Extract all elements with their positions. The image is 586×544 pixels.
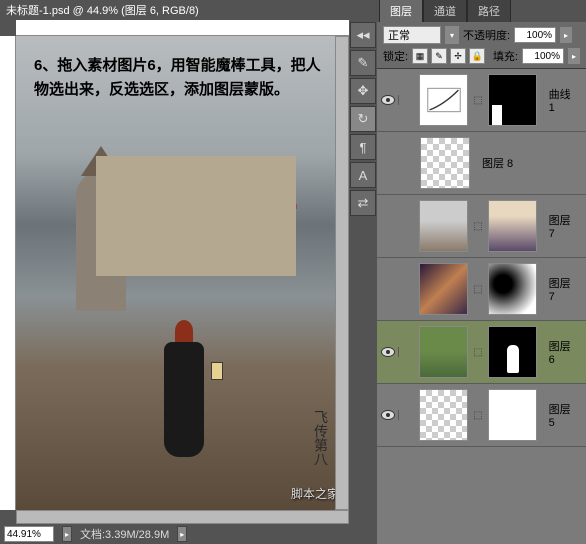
status-bar: ▸ 文档:3.39M/28.9M ▸ [0, 524, 349, 544]
canvas[interactable]: 6、拖入素材图片6，用智能魔棒工具，把人物选出来，反选选区，添加图层蒙版。 照片… [16, 36, 349, 510]
layer-thumb[interactable] [420, 137, 470, 189]
layer-name[interactable]: 曲线 1 [549, 86, 579, 114]
lock-transparency-icon[interactable]: ▦ [412, 48, 428, 64]
tab-layers[interactable]: 图层 [379, 0, 423, 22]
layer-mask-thumb[interactable] [488, 326, 537, 378]
tab-paths[interactable]: 路径 [467, 0, 511, 22]
blend-dropdown-icon[interactable]: ▾ [445, 26, 459, 44]
fill-label: 填充: [493, 48, 518, 64]
file-info: 文档:3.39M/28.9M [80, 526, 169, 542]
eye-icon [381, 410, 395, 420]
horizontal-ruler[interactable] [16, 20, 349, 36]
clone-tool-icon[interactable]: ✥ [350, 78, 376, 104]
layer-thumb[interactable] [419, 389, 468, 441]
zoom-input[interactable] [4, 526, 54, 542]
link-icon[interactable]: ⬚ [474, 220, 482, 232]
lantern [211, 362, 223, 380]
link-icon[interactable]: ⬚ [474, 283, 482, 295]
fill-arrow-icon[interactable]: ▸ [568, 48, 580, 64]
swap-tool-icon[interactable]: ⇄ [350, 190, 376, 216]
curves-adjustment-icon[interactable] [419, 74, 468, 126]
signature-stamp: 飞传第八 [291, 410, 331, 470]
layer-name[interactable]: 图层 7 [549, 275, 579, 303]
blend-mode-select[interactable]: 正常 [383, 26, 441, 44]
person-figure [161, 320, 206, 460]
tab-channels[interactable]: 通道 [423, 0, 467, 22]
layer-row[interactable]: 图层 8 [377, 132, 586, 195]
visibility-toggle[interactable] [379, 347, 399, 357]
layer-row[interactable]: ⬚ 图层 5 [377, 384, 586, 447]
building-image [96, 156, 296, 276]
visibility-toggle[interactable] [379, 95, 399, 105]
layer-thumb[interactable] [419, 200, 468, 252]
layer-name[interactable]: 图层 8 [482, 155, 513, 171]
visibility-toggle[interactable] [379, 410, 399, 420]
lock-pixels-icon[interactable]: ✎ [431, 48, 447, 64]
layer-list[interactable]: ⬚ 曲线 1 图层 8 ⬚ 图层 7 [377, 69, 586, 544]
lock-position-icon[interactable]: ✢ [450, 48, 466, 64]
vertical-ruler[interactable] [0, 36, 16, 510]
opacity-input[interactable] [514, 27, 556, 43]
eye-icon [381, 347, 395, 357]
layer-name[interactable]: 图层 5 [549, 401, 579, 429]
document-title: 未标题-1.psd @ 44.9% (图层 6, RGB/8) [0, 0, 349, 20]
panel-tabs: 图层 通道 路径 [377, 0, 586, 22]
layer-mask-thumb[interactable] [488, 389, 537, 441]
watermark: 脚本之家 [291, 485, 339, 502]
layer-name[interactable]: 图层 6 [549, 338, 579, 366]
layer-mask-thumb[interactable] [488, 74, 537, 126]
layer-thumb[interactable] [419, 326, 468, 378]
lock-all-icon[interactable]: 🔒 [469, 48, 485, 64]
vertical-toolbar: ◂◂ ✎ ✥ ↻ ¶ A ⇄ [349, 0, 377, 544]
brush-tool-icon[interactable]: ✎ [350, 50, 376, 76]
layer-row[interactable]: ⬚ 曲线 1 [377, 69, 586, 132]
lock-label: 锁定: [383, 48, 408, 64]
collapse-arrow-icon[interactable]: ◂◂ [350, 22, 376, 48]
layer-name[interactable]: 图层 7 [549, 212, 579, 240]
vertical-scrollbar[interactable] [335, 36, 349, 510]
zoom-arrow-icon[interactable]: ▸ [62, 526, 72, 542]
layer-mask-thumb[interactable] [488, 263, 537, 315]
fill-input[interactable] [522, 48, 564, 64]
layer-thumb[interactable] [419, 263, 468, 315]
link-icon[interactable]: ⬚ [474, 94, 482, 106]
link-icon[interactable]: ⬚ [474, 346, 482, 358]
layer-row[interactable]: ⬚ 图层 6 [377, 321, 586, 384]
horizontal-scrollbar[interactable] [16, 510, 349, 524]
layer-row[interactable]: ⬚ 图层 7 [377, 195, 586, 258]
link-icon[interactable]: ⬚ [474, 409, 482, 421]
history-brush-icon[interactable]: ↻ [350, 106, 376, 132]
instruction-text: 6、拖入素材图片6，用智能魔棒工具，把人物选出来，反选选区，添加图层蒙版。 [34, 54, 331, 102]
info-arrow-icon[interactable]: ▸ [177, 526, 187, 542]
character-tool-icon[interactable]: A [350, 162, 376, 188]
eye-icon [381, 95, 395, 105]
layer-mask-thumb[interactable] [488, 200, 537, 252]
opacity-label: 不透明度: [463, 27, 510, 43]
opacity-arrow-icon[interactable]: ▸ [560, 27, 572, 43]
type-tool-icon[interactable]: ¶ [350, 134, 376, 160]
layer-row[interactable]: ⬚ 图层 7 [377, 258, 586, 321]
